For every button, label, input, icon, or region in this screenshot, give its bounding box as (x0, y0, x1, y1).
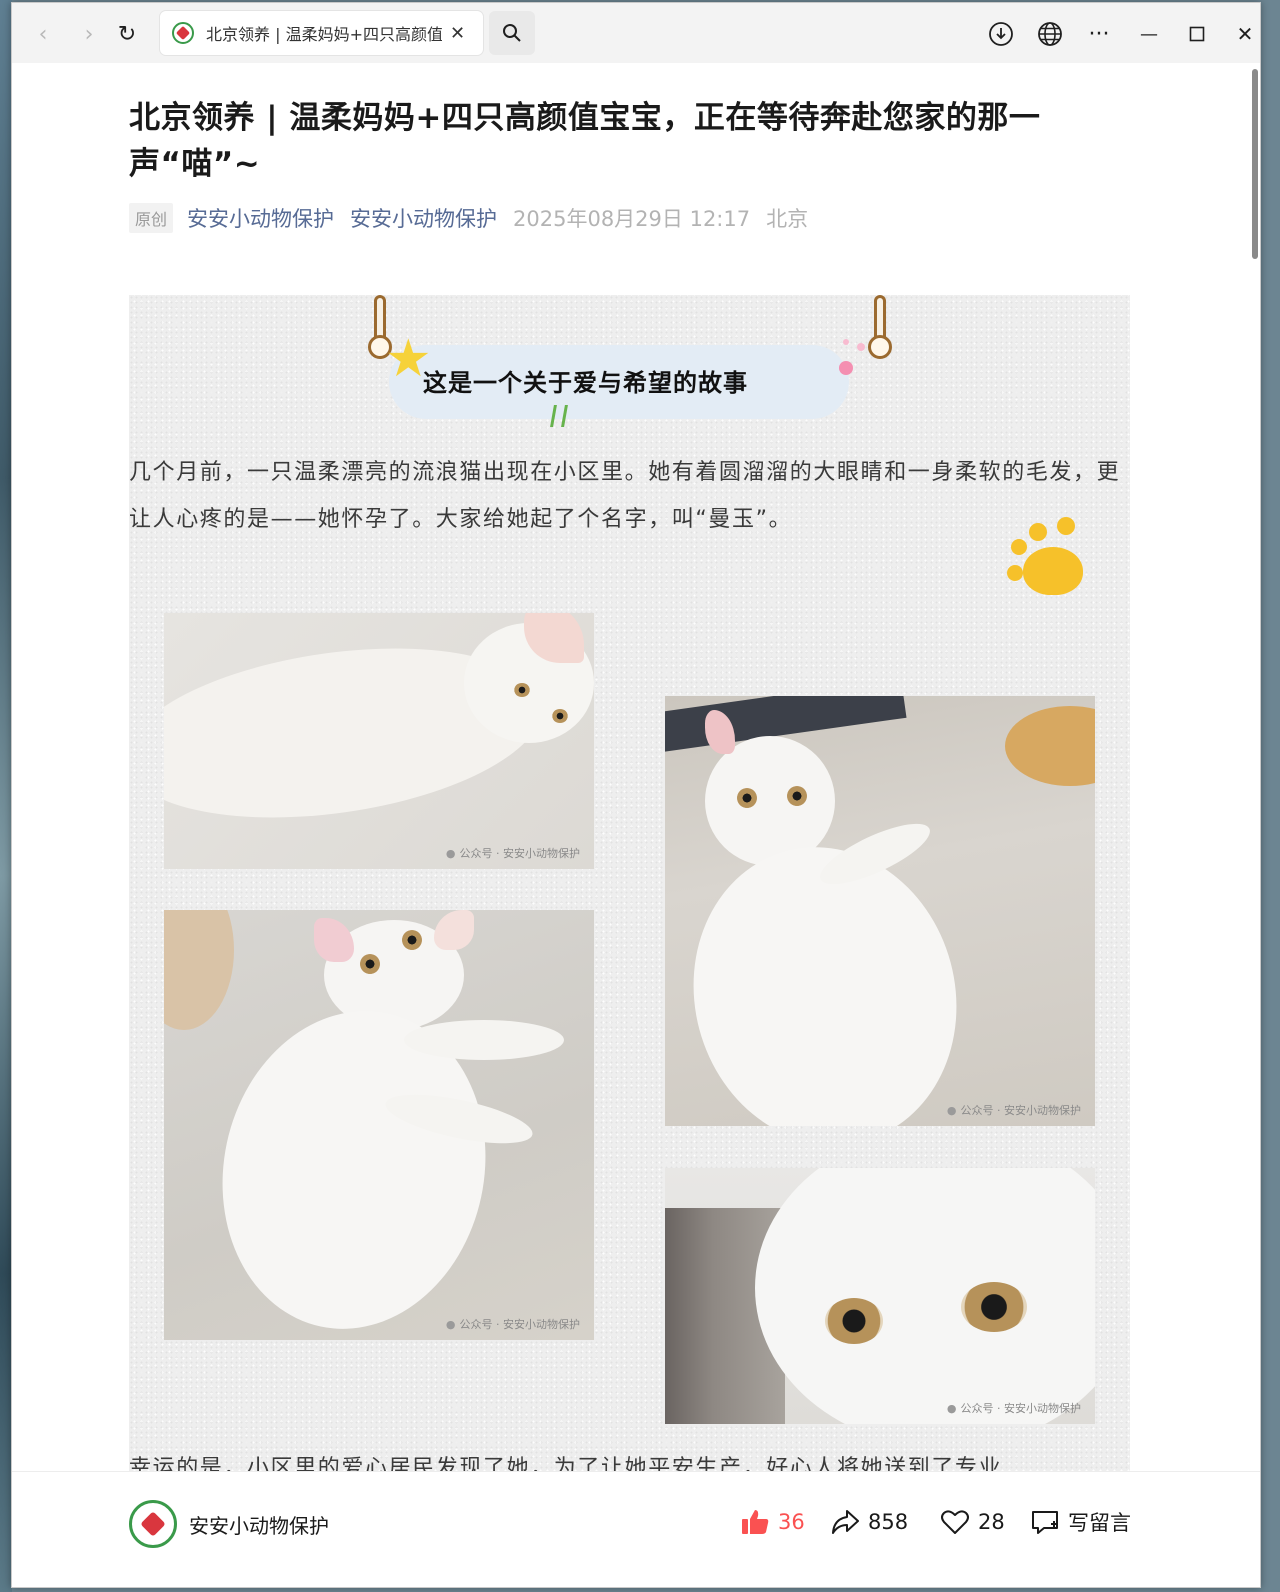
photo-watermark: 公众号 · 安安小动物保护 (947, 1400, 1082, 1416)
site-favicon-icon (172, 22, 194, 44)
photo-watermark: 公众号 · 安安小动物保护 (446, 845, 581, 861)
tab-close-icon[interactable]: ✕ (450, 23, 465, 44)
photo-watermark: 公众号 · 安安小动物保护 (947, 1102, 1082, 1118)
pink-dot (843, 339, 849, 345)
forward-icon[interactable]: › (72, 17, 106, 51)
search-button[interactable] (489, 11, 535, 55)
title-bar: ‹ › ↻ 北京领养 | 温柔妈妈+四只高颜值宝宝，正在等待奔赴您家的那一声“喵… (12, 3, 1260, 63)
cat-photo-closeup[interactable]: 公众号 · 安安小动物保护 (665, 1168, 1095, 1424)
account-avatar[interactable] (129, 1500, 177, 1548)
browser-tab[interactable]: 北京领养 | 温柔妈妈+四只高颜值宝宝，正在等待奔赴您家的那一声“喵”~ ✕ (160, 11, 483, 55)
footer-account-name[interactable]: 安安小动物保护 (189, 1510, 329, 1539)
pink-dot (857, 343, 865, 351)
headline-banner: ★ 这是一个关于爱与希望的故事 (368, 295, 899, 435)
cat-photo-sitting[interactable]: 公众号 · 安安小动物保护 (665, 696, 1095, 1126)
article-body: ★ 这是一个关于爱与希望的故事 几个月前，一只温柔漂亮的流浪猫出现在小区里。她有… (129, 295, 1130, 1471)
author-link[interactable]: 安安小动物保护 (187, 203, 334, 233)
comment-label: 写留言 (1068, 1511, 1131, 1535)
maximize-icon[interactable] (1180, 17, 1214, 51)
window-close-icon[interactable]: ✕ (1228, 17, 1260, 51)
scrollbar-thumb[interactable] (1252, 69, 1258, 259)
reload-icon[interactable]: ↻ (110, 17, 144, 51)
publish-location: 北京 (766, 207, 809, 231)
comment-icon (1032, 1511, 1058, 1534)
search-icon (503, 24, 521, 42)
globe-icon[interactable] (1033, 17, 1067, 51)
article-title: 北京领养 | 温柔妈妈+四只高颜值宝宝，正在等待奔赴您家的那一声“喵”~ (129, 100, 1041, 182)
favorite-count: 28 (978, 1510, 1005, 1534)
comment-button[interactable]: 写留言 (1030, 1506, 1131, 1538)
pink-dot (839, 361, 853, 375)
account-link[interactable]: 安安小动物保护 (350, 203, 497, 233)
paw-icon (1005, 517, 1089, 601)
share-button[interactable]: 858 (830, 1506, 908, 1538)
browser-window: ‹ › ↻ 北京领养 | 温柔妈妈+四只高颜值宝宝，正在等待奔赴您家的那一声“喵… (11, 2, 1261, 1588)
like-button[interactable]: 36 (740, 1506, 805, 1538)
download-icon[interactable] (984, 17, 1018, 51)
favorite-button[interactable]: 28 (940, 1506, 1005, 1538)
more-icon[interactable]: ··· (1082, 17, 1116, 51)
paragraph-continued: 幸运的是，小区里的爱心居民发现了她，为了让她平安生产，好心人将她送到了专业 (129, 1456, 1003, 1471)
cat-photo-looking-up[interactable]: 公众号 · 安安小动物保护 (164, 910, 594, 1340)
ring-right (868, 335, 892, 359)
section-headline: 这是一个关于爱与希望的故事 (423, 369, 748, 397)
article-footer: 安安小动物保护 36 858 28 写留言 (12, 1471, 1260, 1587)
minimize-icon[interactable]: — (1132, 17, 1166, 51)
share-icon (832, 1510, 859, 1534)
article-meta: 原创 安安小动物保护 安安小动物保护 2025年08月29日 12:17 北京 (129, 203, 824, 233)
back-icon[interactable]: ‹ (26, 17, 60, 51)
paragraph-intro: 几个月前，一只温柔漂亮的流浪猫出现在小区里。她有着圆溜溜的大眼睛和一身柔软的毛发… (129, 460, 1121, 532)
tab-title: 北京领养 | 温柔妈妈+四只高颜值宝宝，正在等待奔赴您家的那一声“喵”~ (206, 25, 442, 44)
heart-icon (941, 1510, 969, 1534)
photo-watermark: 公众号 · 安安小动物保护 (446, 1316, 581, 1332)
grass-decoration (550, 405, 568, 427)
like-count: 36 (778, 1510, 805, 1534)
thumbs-up-icon (742, 1510, 769, 1534)
publish-date: 2025年08月29日 12:17 (513, 207, 751, 231)
page-content: 北京领养 | 温柔妈妈+四只高颜值宝宝，正在等待奔赴您家的那一声“喵”~ 原创 … (12, 63, 1260, 1471)
share-count: 858 (868, 1510, 909, 1534)
cat-photo-lying[interactable]: 公众号 · 安安小动物保护 (164, 613, 594, 869)
original-badge: 原创 (129, 203, 174, 233)
